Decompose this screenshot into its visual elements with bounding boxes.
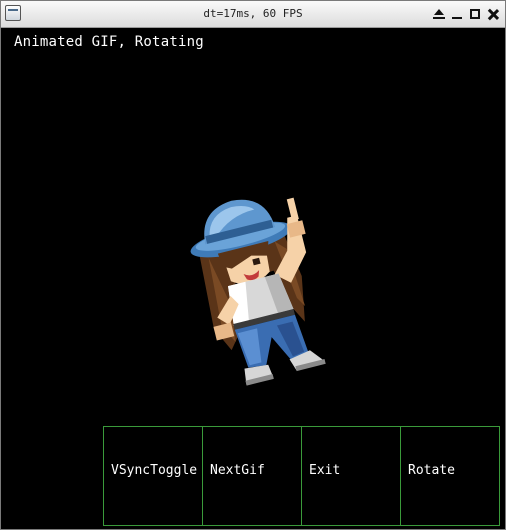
- animated-gif-sprite: [190, 197, 326, 386]
- close-button[interactable]: [485, 5, 501, 23]
- minimize-icon: [452, 17, 462, 19]
- rotate-label: Rotate: [408, 463, 455, 478]
- window-controls: [431, 5, 501, 23]
- minimize-button[interactable]: [449, 5, 465, 23]
- demo-title: Animated GIF, Rotating: [14, 34, 204, 50]
- next-gif-label: NextGif: [210, 463, 265, 478]
- button-bar: VSyncToggle NextGif Exit Rotate: [103, 426, 503, 526]
- app-window: dt=17ms, 60 FPS Animated GIF, Rotating V…: [0, 0, 506, 530]
- rotate-button[interactable]: Rotate: [400, 426, 500, 526]
- title-bar[interactable]: dt=17ms, 60 FPS: [1, 1, 505, 28]
- shade-icon: [433, 9, 445, 19]
- next-gif-button[interactable]: NextGif: [202, 426, 302, 526]
- maximize-icon: [470, 9, 480, 19]
- close-icon: [488, 9, 499, 20]
- vsync-toggle-label: VSyncToggle: [111, 463, 198, 478]
- render-canvas[interactable]: Animated GIF, Rotating VSyncToggle NextG…: [1, 28, 505, 529]
- shade-button[interactable]: [431, 5, 447, 23]
- vsync-toggle-button[interactable]: VSyncToggle: [103, 426, 203, 526]
- exit-label: Exit: [309, 463, 341, 478]
- exit-button[interactable]: Exit: [301, 426, 401, 526]
- maximize-button[interactable]: [467, 5, 483, 23]
- window-title: dt=17ms, 60 FPS: [203, 7, 303, 20]
